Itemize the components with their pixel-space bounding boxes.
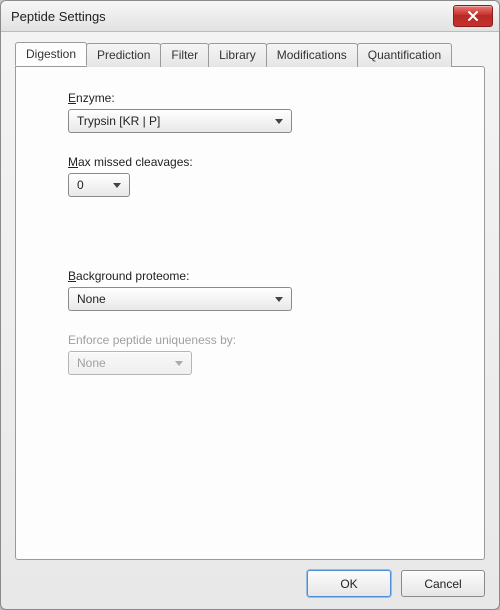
tab-strip: Digestion Prediction Filter Library Modi…: [15, 42, 485, 66]
enforce-uniqueness-value: None: [77, 356, 161, 370]
tab-filter[interactable]: Filter: [160, 43, 209, 67]
missed-cleavages-combobox[interactable]: 0: [68, 173, 130, 197]
tab-modifications[interactable]: Modifications: [266, 43, 358, 67]
tab-prediction[interactable]: Prediction: [86, 43, 161, 67]
tab-library[interactable]: Library: [208, 43, 267, 67]
enzyme-label: Enzyme:: [68, 91, 454, 105]
background-proteome-group: Background proteome: None: [68, 269, 454, 311]
client-area: Digestion Prediction Filter Library Modi…: [1, 32, 499, 609]
window-title: Peptide Settings: [11, 9, 453, 24]
tab-control: Digestion Prediction Filter Library Modi…: [15, 42, 485, 560]
tab-quantification[interactable]: Quantification: [357, 43, 452, 67]
chevron-down-icon: [171, 361, 187, 366]
enzyme-group: Enzyme: Trypsin [KR | P]: [68, 91, 454, 133]
enforce-uniqueness-label: Enforce peptide uniqueness by:: [68, 333, 454, 347]
enzyme-combobox[interactable]: Trypsin [KR | P]: [68, 109, 292, 133]
background-proteome-combobox[interactable]: None: [68, 287, 292, 311]
chevron-down-icon: [271, 119, 287, 124]
dialog-button-row: OK Cancel: [15, 560, 485, 597]
close-icon: [468, 11, 478, 21]
missed-cleavages-group: Max missed cleavages: 0: [68, 155, 454, 197]
chevron-down-icon: [271, 297, 287, 302]
missed-cleavages-value: 0: [77, 178, 99, 192]
tab-digestion[interactable]: Digestion: [15, 42, 87, 66]
ok-button[interactable]: OK: [307, 570, 391, 597]
enforce-uniqueness-combobox: None: [68, 351, 192, 375]
chevron-down-icon: [109, 183, 125, 188]
titlebar: Peptide Settings: [1, 1, 499, 32]
background-proteome-label: Background proteome:: [68, 269, 454, 283]
peptide-settings-dialog: Peptide Settings Digestion Prediction Fi…: [0, 0, 500, 610]
background-proteome-value: None: [77, 292, 261, 306]
enforce-uniqueness-group: Enforce peptide uniqueness by: None: [68, 333, 454, 375]
cancel-button[interactable]: Cancel: [401, 570, 485, 597]
tab-page-digestion: Enzyme: Trypsin [KR | P] Max missed clea…: [15, 66, 485, 560]
enzyme-value: Trypsin [KR | P]: [77, 114, 261, 128]
missed-cleavages-label: Max missed cleavages:: [68, 155, 454, 169]
close-button[interactable]: [453, 5, 493, 27]
